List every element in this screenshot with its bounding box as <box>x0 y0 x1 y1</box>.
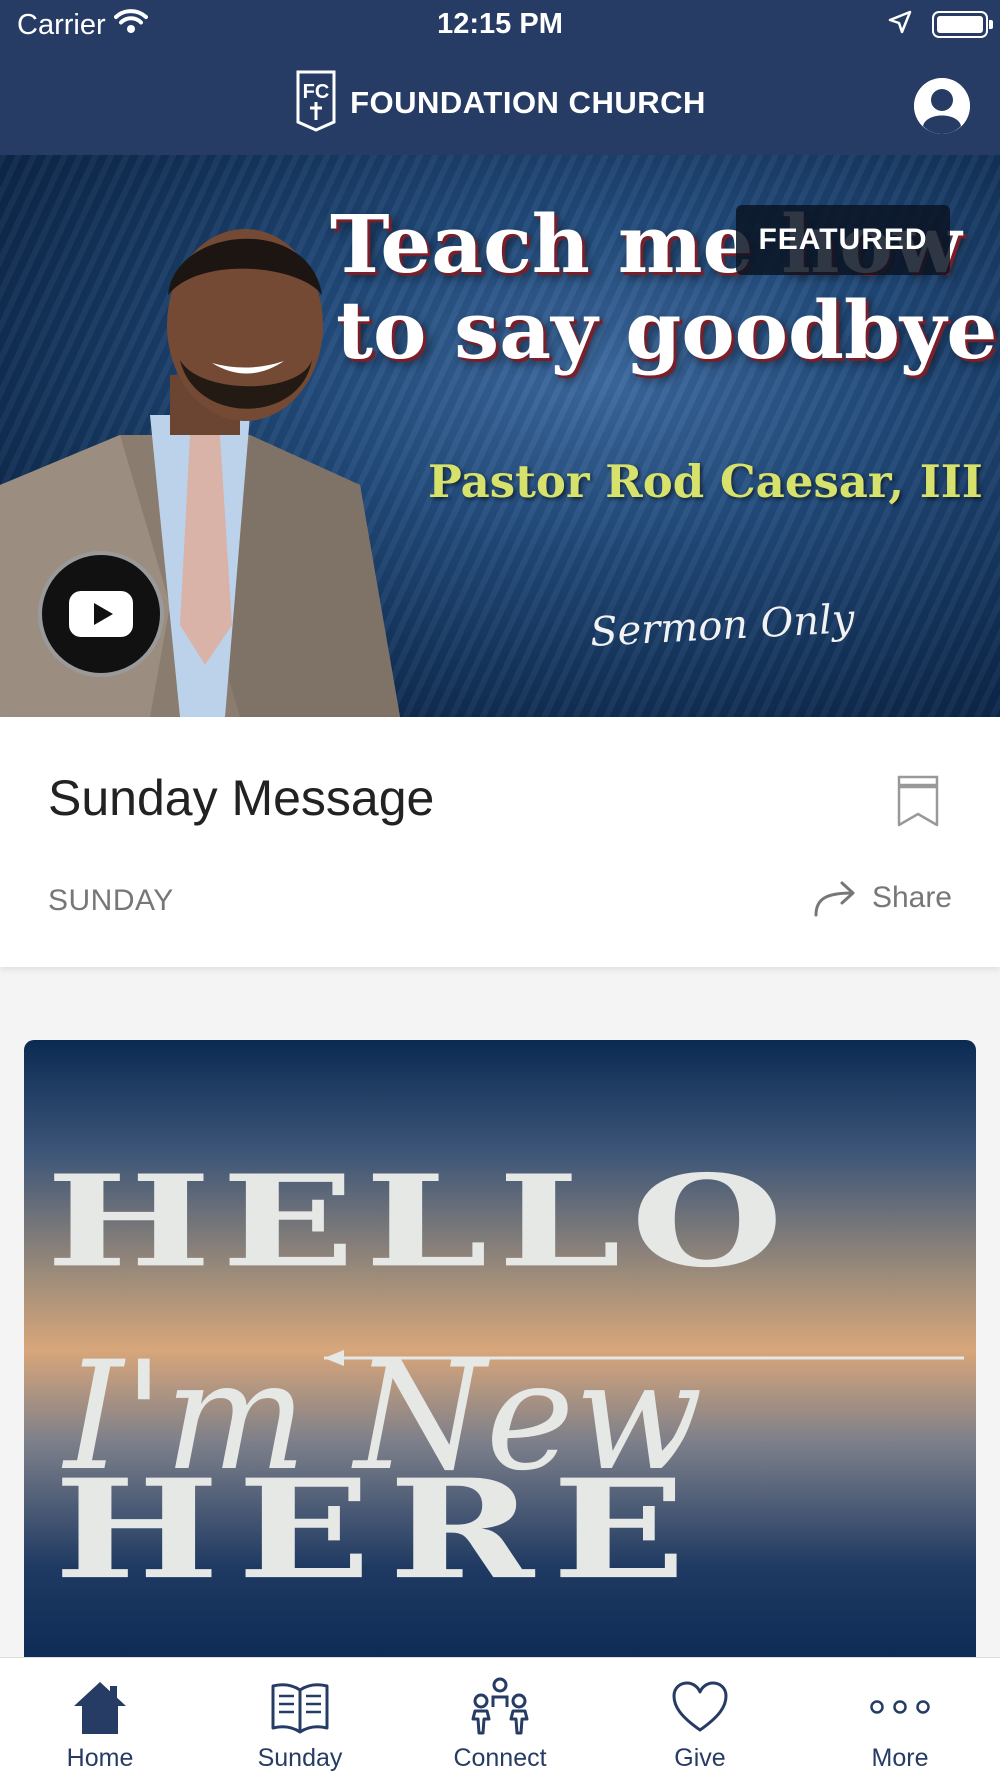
featured-pastor: Pastor Rod Caesar, III <box>428 455 983 508</box>
app-title: FOUNDATION CHURCH <box>350 84 706 120</box>
logo-letters: FC <box>303 81 330 103</box>
sermon-category: SUNDAY <box>48 884 174 917</box>
sermon-title: Sunday Message <box>48 770 435 826</box>
top-bar: Carrier 12:15 PM FC FOUNDATION CHURCH <box>0 0 1000 155</box>
tab-more[interactable]: More <box>800 1658 1000 1778</box>
tab-connect[interactable]: Connect <box>400 1658 600 1778</box>
status-time: 12:15 PM <box>437 8 563 40</box>
sermon-card-info[interactable]: Sunday Message SUNDAY Share <box>0 717 1000 967</box>
share-arrow-icon <box>814 881 855 917</box>
location-arrow-icon <box>888 10 912 39</box>
church-logo-icon: FC <box>294 68 338 137</box>
tab-home[interactable]: Home <box>0 1658 200 1778</box>
battery-icon <box>932 11 993 38</box>
featured-badge: FEATURED <box>736 205 950 275</box>
tab-more-label: More <box>871 1744 929 1772</box>
promo-hello-text: HELLO <box>46 1148 794 1296</box>
tab-give[interactable]: Give <box>600 1658 800 1778</box>
tab-home-label: Home <box>66 1744 134 1772</box>
tab-connect-label: Connect <box>453 1744 547 1772</box>
tab-sunday[interactable]: Sunday <box>200 1658 400 1778</box>
share-label: Share <box>871 881 952 914</box>
people-icon <box>469 1676 531 1738</box>
tab-sunday-label: Sunday <box>257 1744 343 1772</box>
youtube-icon <box>69 591 133 637</box>
bookmark-button[interactable] <box>896 774 940 833</box>
home-icon <box>70 1676 130 1738</box>
status-right <box>888 10 993 39</box>
promo-here-text: HERE <box>54 1450 704 1610</box>
profile-button[interactable] <box>914 78 970 134</box>
more-icon <box>869 1676 931 1738</box>
featured-hero[interactable]: Teach me how to say goodbye Pastor Rod C… <box>0 155 1000 717</box>
tab-give-label: Give <box>674 1744 726 1772</box>
bottom-tab-bar: Home Sunday Connect Give More <box>0 1657 1000 1778</box>
heart-icon <box>670 1676 730 1738</box>
book-icon <box>269 1676 331 1738</box>
church-brand: FC FOUNDATION CHURCH <box>0 68 1000 137</box>
share-button[interactable]: Share <box>812 879 952 917</box>
featured-title-line2: to say goodbye <box>336 283 998 377</box>
user-avatar-icon <box>914 78 970 134</box>
bookmark-icon <box>897 775 939 827</box>
youtube-play-button[interactable] <box>38 551 164 677</box>
status-bar: Carrier 12:15 PM <box>0 0 1000 52</box>
new-here-card[interactable]: HELLO I'm New HERE <box>24 1040 976 1660</box>
